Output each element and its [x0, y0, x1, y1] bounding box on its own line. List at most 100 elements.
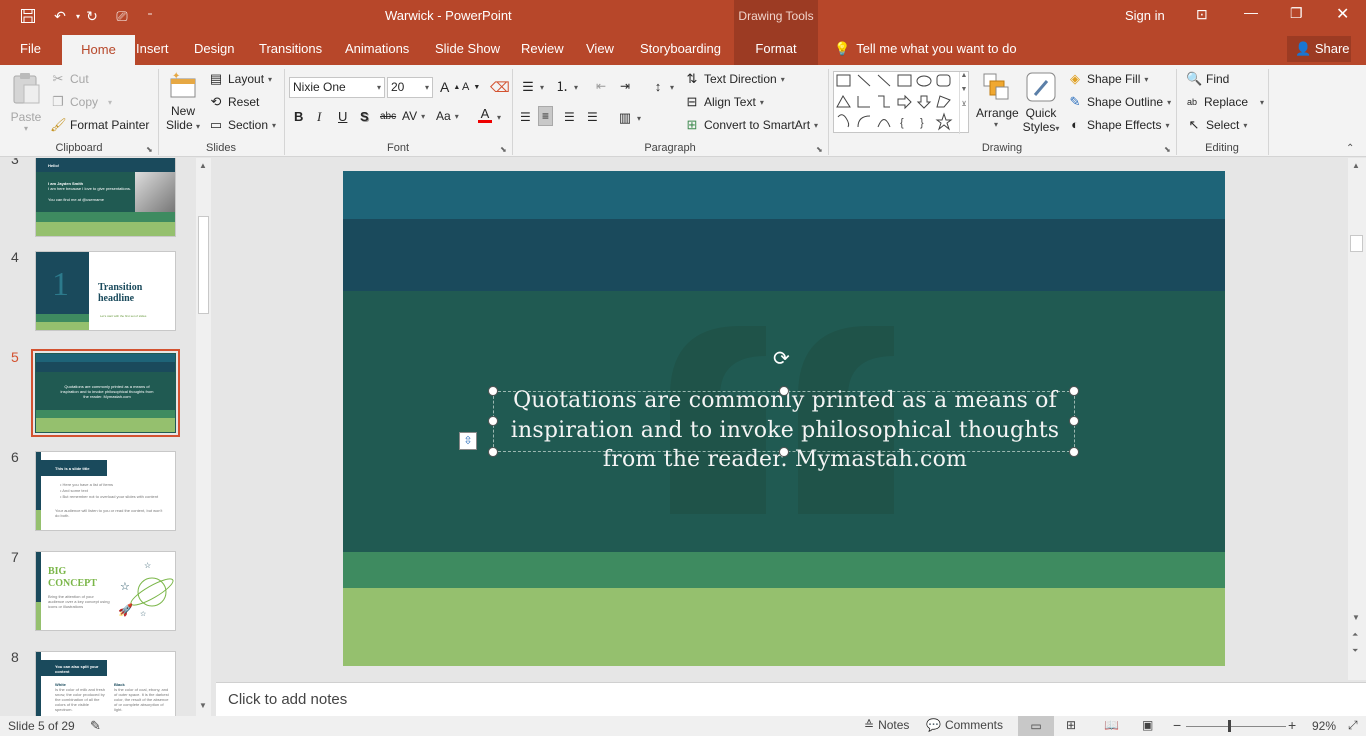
notes-button[interactable]: ≙ Notes — [864, 718, 909, 732]
collapse-ribbon-icon[interactable]: ⌃ — [1346, 143, 1354, 154]
comments-button[interactable]: 💬 Comments — [926, 718, 1003, 732]
close-icon[interactable]: ✕ — [1336, 4, 1349, 24]
notes-pane[interactable]: Click to add notes — [216, 682, 1366, 716]
tab-home[interactable]: Home — [62, 35, 135, 65]
scroll-thumb[interactable] — [198, 216, 209, 314]
clear-formatting-icon[interactable]: ⌫ — [490, 79, 510, 96]
tab-view[interactable]: View — [576, 32, 624, 65]
paste-button[interactable]: Paste ▾ — [8, 71, 44, 139]
change-case-button[interactable]: Aa ▾ — [436, 109, 459, 123]
bullets-button[interactable]: ☰ ▾ — [520, 79, 544, 95]
shapes-gallery[interactable]: {} ▲ ▼ ⊻ — [833, 71, 969, 134]
dialog-launcher-icon[interactable]: ⬊ — [500, 145, 507, 154]
strikethrough-button[interactable]: abc — [380, 111, 396, 122]
tab-review[interactable]: Review — [511, 32, 574, 65]
normal-view-icon[interactable]: ▭ — [1018, 716, 1054, 736]
zoom-slider-thumb[interactable] — [1228, 720, 1231, 732]
align-text-button[interactable]: ⊟ Align Text ▾ — [684, 94, 764, 110]
replace-button[interactable]: ab Replace ▾ — [1184, 94, 1264, 110]
tab-file[interactable]: File — [10, 32, 51, 65]
italic-button[interactable]: I — [317, 109, 321, 125]
gallery-scroll[interactable]: ▲ ▼ ⊻ — [959, 72, 968, 134]
notes-placeholder[interactable]: Click to add notes — [228, 691, 347, 708]
restore-icon[interactable]: ❐ — [1290, 5, 1303, 22]
decrease-indent-icon[interactable]: ⇤ — [596, 79, 606, 93]
slide-sorter-icon[interactable]: ⊞ — [1066, 718, 1076, 732]
minimize-icon[interactable]: — — [1244, 4, 1258, 20]
reading-view-icon[interactable]: 📖 — [1104, 718, 1119, 732]
tab-insert[interactable]: Insert — [126, 32, 179, 65]
resize-handle[interactable] — [488, 447, 498, 457]
resize-handle[interactable] — [1069, 416, 1079, 426]
start-slideshow-icon[interactable]: ⎚ — [112, 6, 132, 26]
font-name-select[interactable]: Nixie One ▾ — [289, 77, 385, 98]
tab-storyboarding[interactable]: Storyboarding — [630, 32, 731, 65]
text-shadow-button[interactable]: S — [360, 109, 369, 124]
dialog-launcher-icon[interactable]: ⬊ — [816, 145, 823, 154]
tab-animations[interactable]: Animations — [335, 32, 419, 65]
spell-check-icon[interactable]: ✎ — [90, 718, 101, 734]
scroll-up-icon[interactable]: ▲ — [199, 161, 207, 170]
fit-slide-icon[interactable]: ⤢ — [1348, 718, 1358, 733]
new-slide-button[interactable]: ✦ New Slide ▾ — [164, 71, 202, 132]
increase-font-size-button[interactable]: A ▲ — [440, 79, 460, 95]
zoom-out-icon[interactable]: − — [1173, 717, 1181, 733]
tab-format[interactable]: Format — [734, 32, 818, 65]
align-left-icon[interactable]: ☰ — [520, 110, 531, 124]
editor-scrollbar[interactable]: ▲ ▼ ⏶ ⏷ — [1348, 158, 1366, 680]
slide-thumbnail-4[interactable]: 1 Transition headline Let's start with t… — [35, 251, 176, 331]
line-spacing-button[interactable]: ↕ ▾ — [650, 79, 674, 95]
slide-thumbnail-5[interactable]: Quotations are commonly printed as a mea… — [31, 349, 180, 437]
zoom-in-icon[interactable]: + — [1288, 717, 1296, 733]
zoom-level[interactable]: 92% — [1312, 719, 1336, 733]
slideshow-icon[interactable]: ▣ — [1142, 718, 1153, 732]
section-button[interactable]: ▭ Section ▾ — [208, 117, 276, 133]
resize-handle[interactable] — [1069, 447, 1079, 457]
layout-button[interactable]: ▤ Layout ▾ — [208, 71, 272, 87]
resize-handle[interactable] — [488, 416, 498, 426]
quote-text[interactable]: Quotations are commonly printed as a mea… — [482, 386, 1088, 475]
resize-handle[interactable] — [779, 447, 789, 457]
scroll-up-icon[interactable]: ▲ — [1352, 161, 1360, 170]
ribbon-display-icon[interactable]: ⊡ — [1196, 6, 1208, 23]
bold-button[interactable]: B — [294, 109, 303, 124]
tab-design[interactable]: Design — [184, 32, 244, 65]
underline-button[interactable]: U — [338, 109, 347, 124]
tell-me-box[interactable]: 💡 Tell me what you want to do — [834, 41, 1017, 57]
shape-effects-button[interactable]: ◐ Shape Effects ▾ — [1067, 117, 1169, 133]
scroll-down-icon[interactable]: ▼ — [1352, 613, 1360, 622]
increase-indent-icon[interactable]: ⇥ — [620, 79, 630, 93]
quick-styles-button[interactable]: Quick Styles▾ — [1020, 71, 1062, 134]
copy-button[interactable]: ❐ Copy ▾ — [50, 94, 112, 110]
sign-in-link[interactable]: Sign in — [1125, 8, 1165, 23]
next-slide-icon[interactable]: ⏷ — [1352, 646, 1358, 656]
save-icon[interactable] — [18, 6, 38, 26]
slide-thumbnail-8[interactable]: You can also split your content White Is… — [35, 651, 176, 716]
select-button[interactable]: ↖ Select ▾ — [1186, 117, 1248, 133]
align-right-icon[interactable]: ☰ — [564, 110, 575, 124]
tab-slide-show[interactable]: Slide Show — [425, 32, 510, 65]
share-button[interactable]: 👤 Share — [1287, 36, 1351, 62]
dialog-launcher-icon[interactable]: ⬊ — [1164, 145, 1171, 154]
rotate-handle-icon[interactable]: ⟳ — [773, 346, 790, 371]
resize-handle[interactable] — [779, 386, 789, 396]
columns-button[interactable]: ▥ ▾ — [617, 110, 641, 126]
resize-handle[interactable] — [1069, 386, 1079, 396]
tab-transitions[interactable]: Transitions — [249, 32, 332, 65]
reset-button[interactable]: ⟲ Reset — [208, 94, 260, 110]
scroll-down-icon[interactable]: ▼ — [199, 701, 207, 710]
quote-textbox[interactable]: Quotations are commonly printed as a mea… — [493, 388, 1075, 472]
justify-icon[interactable]: ☰ — [587, 110, 598, 124]
arrange-button[interactable]: Arrange ▾ — [976, 71, 1019, 129]
cut-button[interactable]: ✂ Cut — [50, 71, 89, 87]
character-spacing-button[interactable]: AV ▾ — [402, 109, 425, 123]
find-button[interactable]: 🔍 Find — [1186, 71, 1229, 87]
font-color-button[interactable]: A — [478, 107, 492, 123]
current-slide[interactable]: Quotations are commonly printed as a mea… — [343, 171, 1225, 666]
scroll-thumb[interactable] — [1350, 235, 1363, 252]
slide-thumbnail-7[interactable]: BIG CONCEPT Bring the attention of your … — [35, 551, 176, 631]
shape-outline-button[interactable]: ✎ Shape Outline ▾ — [1067, 94, 1172, 110]
decrease-font-size-button[interactable]: A ▼ — [462, 81, 480, 93]
zoom-slider[interactable] — [1186, 726, 1286, 727]
shape-fill-button[interactable]: ◈ Shape Fill ▾ — [1067, 71, 1148, 87]
